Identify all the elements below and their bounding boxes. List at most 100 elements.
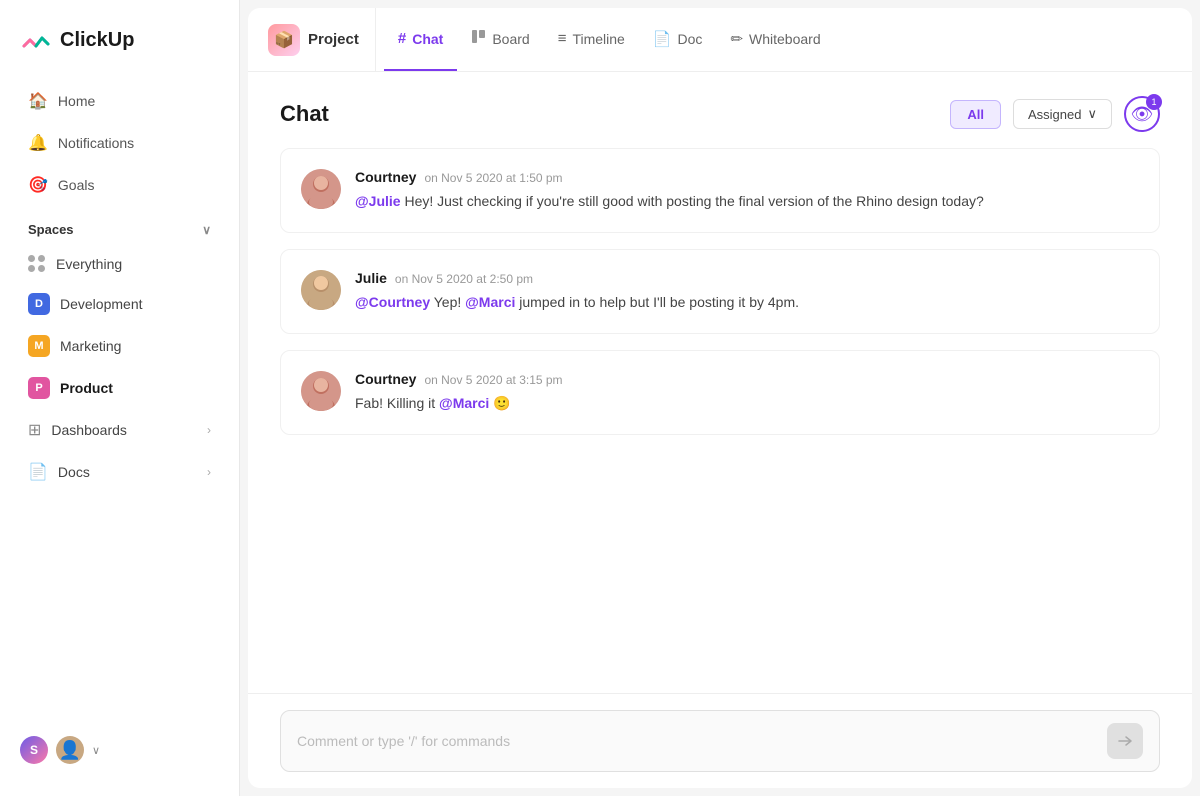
comment-input-box[interactable]: Comment or type '/' for commands (280, 710, 1160, 772)
message-3-text: Fab! Killing it @Marci 🙂 (355, 393, 1139, 414)
message-1-text: @Julie Hey! Just checking if you're stil… (355, 191, 1139, 212)
message-1-content: Courtney on Nov 5 2020 at 1:50 pm @Julie… (355, 169, 1139, 212)
message-2-text: @Courtney Yep! @Marci jumped in to help … (355, 292, 1139, 313)
whiteboard-tab-label: Whiteboard (749, 31, 821, 47)
development-badge: D (28, 293, 50, 315)
sidebar-item-everything[interactable]: Everything (8, 246, 231, 282)
main-content: 📦 Project # Chat Board ≡ Timeline 📄 Doc … (248, 8, 1192, 788)
user-menu-chevron-icon[interactable]: ∨ (92, 744, 100, 757)
dashboards-label: Dashboards (51, 422, 127, 438)
user-avatar-photo[interactable]: 👤 (56, 736, 84, 764)
dashboards-icon: ⊞ (28, 420, 41, 440)
chat-controls: All Assigned ∨ 👁 1 (950, 96, 1160, 132)
spaces-label: Spaces (28, 222, 74, 237)
tab-chat[interactable]: # Chat (384, 8, 457, 71)
top-nav: 📦 Project # Chat Board ≡ Timeline 📄 Doc … (248, 8, 1192, 72)
goals-label: Goals (58, 177, 95, 193)
message-1-time: on Nov 5 2020 at 1:50 pm (424, 171, 562, 185)
timeline-tab-icon: ≡ (558, 30, 567, 47)
message-3-time: on Nov 5 2020 at 3:15 pm (424, 373, 562, 387)
chat-tab-icon: # (398, 30, 406, 47)
message-2: Julie on Nov 5 2020 at 2:50 pm @Courtney… (280, 249, 1160, 334)
comment-placeholder: Comment or type '/' for commands (297, 733, 1107, 749)
product-badge: P (28, 377, 50, 399)
filter-assigned-button[interactable]: Assigned ∨ (1013, 99, 1112, 129)
chat-area: Chat All Assigned ∨ 👁 1 (248, 72, 1192, 788)
sidebar-item-notifications[interactable]: 🔔 Notifications (8, 123, 231, 163)
logo-text: ClickUp (60, 29, 134, 52)
assigned-chevron-icon: ∨ (1087, 106, 1097, 122)
send-button[interactable] (1107, 723, 1143, 759)
watch-badge: 1 (1146, 94, 1162, 110)
development-label: Development (60, 296, 143, 312)
tab-whiteboard[interactable]: ✏ Whiteboard (716, 8, 834, 71)
logo-area: ClickUp (0, 16, 239, 80)
message-2-header: Julie on Nov 5 2020 at 2:50 pm (355, 270, 1139, 286)
tab-board[interactable]: Board (457, 8, 543, 71)
everything-icon (28, 255, 46, 273)
dashboards-chevron-icon: › (207, 423, 211, 437)
mention-marci-2: @Marci (439, 395, 489, 411)
courtney-avatar-1 (301, 169, 341, 209)
message-1: Courtney on Nov 5 2020 at 1:50 pm @Julie… (280, 148, 1160, 233)
sidebar-item-development[interactable]: D Development (8, 284, 231, 324)
project-label: Project (308, 31, 359, 48)
messages-area: Courtney on Nov 5 2020 at 1:50 pm @Julie… (248, 148, 1192, 693)
watch-button[interactable]: 👁 1 (1124, 96, 1160, 132)
mention-julie-1: @Julie (355, 193, 401, 209)
marketing-label: Marketing (60, 338, 121, 354)
timeline-tab-label: Timeline (572, 31, 624, 47)
message-3-header: Courtney on Nov 5 2020 at 3:15 pm (355, 371, 1139, 387)
docs-label: Docs (58, 464, 90, 480)
message-3-author: Courtney (355, 371, 416, 387)
tab-doc[interactable]: 📄 Doc (639, 8, 717, 71)
message-3-emoji: 🙂 (493, 395, 510, 411)
sidebar-item-dashboards[interactable]: ⊞ Dashboards › (8, 410, 231, 450)
message-1-body: Hey! Just checking if you're still good … (404, 193, 983, 209)
message-2-author: Julie (355, 270, 387, 286)
clickup-logo-icon (20, 24, 52, 56)
message-3: Courtney on Nov 5 2020 at 3:15 pm Fab! K… (280, 350, 1160, 435)
sidebar: ClickUp 🏠 Home 🔔 Notifications 🎯 Goals S… (0, 0, 240, 796)
doc-tab-label: Doc (678, 31, 703, 47)
spaces-chevron-icon[interactable]: ∨ (202, 223, 211, 237)
docs-icon: 📄 (28, 462, 48, 482)
spaces-header: Spaces ∨ (8, 206, 231, 245)
sidebar-item-docs[interactable]: 📄 Docs › (8, 452, 231, 492)
courtney-avatar-2 (301, 371, 341, 411)
home-icon: 🏠 (28, 91, 48, 111)
sidebar-item-marketing[interactable]: M Marketing (8, 326, 231, 366)
user-avatar-initial[interactable]: S (20, 736, 48, 764)
message-2-time: on Nov 5 2020 at 2:50 pm (395, 272, 533, 286)
docs-chevron-icon: › (207, 465, 211, 479)
sidebar-item-product[interactable]: P Product (8, 368, 231, 408)
product-label: Product (60, 380, 113, 396)
send-icon (1117, 733, 1133, 749)
chat-tab-label: Chat (412, 31, 443, 47)
project-tab[interactable]: 📦 Project (268, 8, 376, 71)
goals-icon: 🎯 (28, 175, 48, 195)
project-icon: 📦 (268, 24, 300, 56)
assigned-label: Assigned (1028, 107, 1081, 122)
home-label: Home (58, 93, 95, 109)
marketing-badge: M (28, 335, 50, 357)
message-1-header: Courtney on Nov 5 2020 at 1:50 pm (355, 169, 1139, 185)
notifications-label: Notifications (58, 135, 134, 151)
mention-courtney: @Courtney (355, 294, 430, 310)
tab-timeline[interactable]: ≡ Timeline (544, 8, 639, 71)
julie-avatar (301, 270, 341, 310)
sidebar-item-home[interactable]: 🏠 Home (8, 81, 231, 121)
sidebar-bottom: S 👤 ∨ (0, 720, 239, 780)
sidebar-item-goals[interactable]: 🎯 Goals (8, 165, 231, 205)
input-area: Comment or type '/' for commands (248, 693, 1192, 788)
doc-tab-icon: 📄 (653, 30, 672, 48)
message-1-author: Courtney (355, 169, 416, 185)
message-3-content: Courtney on Nov 5 2020 at 3:15 pm Fab! K… (355, 371, 1139, 414)
whiteboard-tab-icon: ✏ (730, 30, 743, 48)
board-tab-icon (471, 29, 486, 48)
filter-all-button[interactable]: All (950, 100, 1001, 129)
board-tab-label: Board (492, 31, 529, 47)
mention-marci-1: @Marci (465, 294, 515, 310)
bell-icon: 🔔 (28, 133, 48, 153)
everything-label: Everything (56, 256, 122, 272)
